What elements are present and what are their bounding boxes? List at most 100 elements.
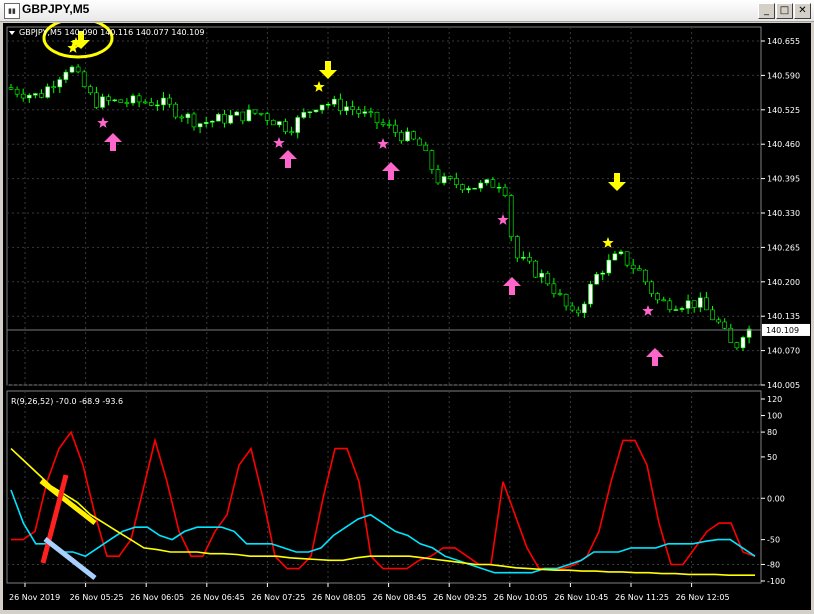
candle-body	[203, 122, 209, 124]
candle-body	[691, 300, 697, 308]
candle-body	[600, 272, 606, 275]
price-tick-label: 140.525	[767, 106, 800, 115]
chart-canvas[interactable]: 140.655 140.590 140.525 140.460 140.395 140.3…	[3, 17, 811, 610]
candle-body	[295, 117, 301, 133]
candle-body	[460, 184, 465, 191]
price-tick-label: 140.590	[767, 71, 800, 80]
candle-body	[673, 309, 679, 311]
title-bar[interactable]: ▮▮ GBPJPY,M5 _ □ ✕	[0, 0, 814, 22]
candle-body	[252, 109, 258, 114]
candle-body	[685, 300, 691, 309]
candle-body	[710, 309, 715, 321]
candle-body	[75, 66, 81, 73]
candle-body	[222, 114, 227, 124]
candle-body	[643, 269, 648, 283]
candle-body	[161, 97, 166, 106]
candle-body	[100, 96, 105, 108]
candle-body	[173, 103, 178, 118]
time-tick-label: 26 Nov 10:45	[554, 593, 608, 602]
minimize-icon[interactable]: _	[758, 3, 775, 19]
indicator-tick-label: 100	[767, 412, 782, 421]
candle-body	[490, 179, 496, 188]
time-tick-label: 26 Nov 2019	[9, 593, 60, 602]
chart-window-icon: ▮▮	[4, 3, 20, 19]
candle-body	[575, 309, 581, 314]
price-panel-border	[6, 26, 762, 386]
candle-body	[435, 169, 441, 184]
candle-body	[124, 102, 130, 104]
candle-body	[118, 99, 124, 103]
indicator-series-line	[10, 489, 756, 574]
candle-body	[350, 106, 355, 110]
time-tick-label: 26 Nov 11:25	[615, 593, 669, 602]
candle-body	[374, 111, 380, 124]
candle-body	[453, 178, 459, 185]
indicator-tick-label: 80	[767, 428, 777, 437]
current-price-label: 140.109	[766, 326, 799, 335]
candle-body	[155, 104, 160, 107]
candle-body	[106, 96, 111, 101]
time-tick-label: 26 Nov 12:05	[676, 593, 730, 602]
candle-body	[563, 293, 569, 307]
time-tick-label: 26 Nov 10:05	[494, 593, 548, 602]
indicator-header: R(9,26,52) -70.0 -68.9 -93.6	[11, 397, 123, 406]
candle-body	[270, 120, 276, 126]
price-candles	[8, 64, 752, 351]
candle-body	[521, 257, 526, 259]
sell-star-icon	[313, 81, 325, 92]
sell-star-icon	[602, 237, 614, 248]
candle-body	[234, 111, 239, 116]
candle-body	[380, 122, 386, 125]
candle-body	[624, 251, 630, 266]
candle-body	[588, 283, 593, 305]
candle-body	[216, 114, 221, 122]
indicator-tick-label: -80	[767, 560, 780, 569]
candle-body	[258, 112, 264, 115]
window-title: GBPJPY,M5	[22, 2, 90, 16]
indicator-tick-label: -50	[767, 536, 780, 545]
candle-body	[392, 124, 398, 133]
candle-body	[338, 98, 343, 111]
candle-body	[45, 86, 50, 98]
price-tick-label: 140.200	[767, 278, 800, 287]
candle-body	[69, 66, 75, 73]
annotation-blue-stroke	[43, 537, 97, 580]
candle-body	[539, 273, 545, 278]
annotation-yellow-stroke	[39, 479, 97, 525]
candle-body	[423, 144, 429, 152]
candle-body	[307, 111, 313, 114]
candle-body	[386, 124, 392, 126]
candle-body	[228, 115, 233, 124]
candle-body	[313, 109, 319, 113]
maximize-icon[interactable]: □	[776, 3, 793, 19]
candle-body	[740, 337, 746, 349]
candle-body	[20, 93, 26, 99]
buy-star-icon	[497, 214, 509, 225]
candle-body	[484, 179, 490, 184]
buy-arrow-icon	[279, 150, 297, 168]
candle-body	[630, 264, 636, 269]
buy-star-icon	[273, 137, 285, 148]
indicator-tick-label: 0.00	[767, 494, 785, 503]
candle-body	[51, 86, 57, 88]
close-icon[interactable]: ✕	[794, 3, 811, 19]
price-tick-label: 140.070	[767, 347, 800, 356]
candle-body	[362, 111, 368, 114]
candle-body	[429, 150, 435, 170]
time-tick-label: 26 Nov 05:25	[70, 593, 124, 602]
candle-body	[283, 121, 288, 132]
price-tick-label: 140.265	[767, 243, 800, 252]
candle-body	[636, 268, 642, 271]
candle-body	[191, 113, 197, 128]
candle-body	[478, 182, 484, 189]
candle-body	[466, 188, 471, 191]
price-tick-label: 140.135	[767, 312, 800, 321]
candle-body	[368, 111, 374, 114]
candle-body	[8, 87, 14, 90]
chart-menu-triangle-icon[interactable]	[9, 31, 15, 35]
candle-body	[167, 97, 172, 105]
candle-body	[94, 92, 99, 108]
chart-area[interactable]: 140.655 140.590 140.525 140.460 140.395 140.3…	[3, 17, 811, 610]
candle-body	[319, 104, 325, 111]
candle-body	[655, 293, 660, 301]
